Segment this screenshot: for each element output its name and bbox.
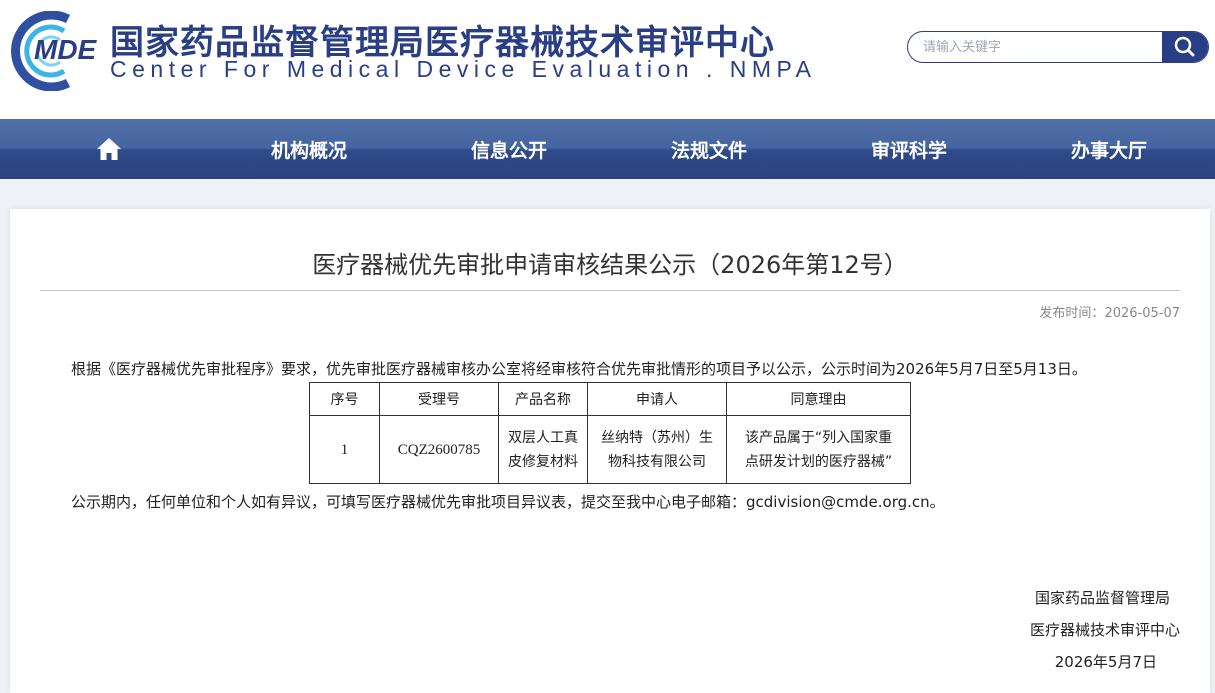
cell-index: 1 bbox=[309, 415, 380, 484]
intro-paragraph: 根据《医疗器械优先审批程序》要求，优先审批医疗器械审核办公室将经审核符合优先审批… bbox=[71, 360, 1087, 378]
publish-date: 2026-05-07 bbox=[1104, 306, 1180, 321]
cell-applicant-line1: 丝纳特（苏州）生 bbox=[601, 429, 713, 446]
home-icon bbox=[97, 138, 121, 160]
search-box bbox=[907, 31, 1209, 63]
cell-applicant: 丝纳特（苏州）生 物科技有限公司 bbox=[587, 415, 727, 484]
article-title: 医疗器械优先审批申请审核结果公示（2026年第12号） bbox=[312, 251, 908, 279]
signature-org: 国家药品监督管理局 bbox=[1034, 589, 1170, 607]
table-header-row: 序号 受理号 产品名称 申请人 同意理由 bbox=[309, 382, 911, 416]
publish-time: 发布时间：2026-05-07 bbox=[1039, 302, 1180, 321]
logo-text: MDE bbox=[34, 34, 98, 65]
nav-item-information[interactable]: 信息公开 bbox=[409, 119, 609, 179]
nav-item-regulations[interactable]: 法规文件 bbox=[609, 119, 809, 179]
site-header: MDE 国家药品监督管理局医疗器械技术审评中心 Center For Medic… bbox=[0, 0, 1215, 119]
search-input[interactable] bbox=[908, 32, 1164, 62]
cell-reason-line2: 点研发计划的医疗器械” bbox=[744, 453, 893, 470]
nav-item-service-hall[interactable]: 办事大厅 bbox=[1009, 119, 1209, 179]
article-panel: 医疗器械优先审批申请审核结果公示（2026年第12号） 发布时间：2026-05… bbox=[10, 209, 1210, 693]
table-header-number: 受理号 bbox=[379, 382, 499, 416]
title-divider bbox=[40, 290, 1180, 291]
cell-product-line2: 皮修复材料 bbox=[508, 453, 578, 470]
signature-dept: 医疗器械技术审评中心 bbox=[1029, 621, 1180, 639]
cell-reason: 该产品属于“列入国家重 点研发计划的医疗器械” bbox=[726, 415, 911, 484]
table-header-index: 序号 bbox=[309, 382, 380, 416]
publish-label: 发布时间： bbox=[1039, 306, 1105, 321]
nav-home[interactable] bbox=[9, 119, 209, 179]
result-table: 序号 受理号 产品名称 申请人 同意理由 1 CQZ2600785 双层人工真皮… bbox=[309, 382, 911, 484]
cell-number: CQZ2600785 bbox=[379, 415, 499, 484]
table-header-product: 产品名称 bbox=[498, 382, 588, 416]
site-title-en: Center For Medical Device Evaluation . N… bbox=[110, 56, 817, 82]
notice-paragraph: 公示期内，任何单位和个人如有异议，可填写医疗器械优先审批项目异议表，提交至我中心… bbox=[71, 493, 945, 511]
table-header-reason: 同意理由 bbox=[726, 382, 911, 416]
cell-product-line1: 双层人工真 bbox=[508, 429, 578, 446]
signature-date: 2026年5月7日 bbox=[1054, 653, 1157, 671]
site-logo[interactable]: MDE bbox=[10, 10, 106, 92]
table-row: 1 CQZ2600785 双层人工真 皮修复材料 丝纳特（苏州）生 物科技有限公司 … bbox=[309, 415, 911, 484]
nav-item-review-science[interactable]: 审评科学 bbox=[809, 119, 1009, 179]
cell-reason-line1: 该产品属于“列入国家重 bbox=[744, 429, 893, 446]
table-header-applicant: 申请人 bbox=[587, 382, 727, 416]
search-button[interactable] bbox=[1162, 32, 1208, 62]
cell-product: 双层人工真皮修复材料 bbox=[498, 415, 588, 484]
cell-applicant-line2: 物科技有限公司 bbox=[608, 453, 706, 470]
nav-item-organization[interactable]: 机构概况 bbox=[209, 119, 409, 179]
search-icon bbox=[1174, 36, 1195, 57]
main-nav: 机构概况 信息公开 法规文件 审评科学 办事大厅 bbox=[0, 119, 1215, 179]
